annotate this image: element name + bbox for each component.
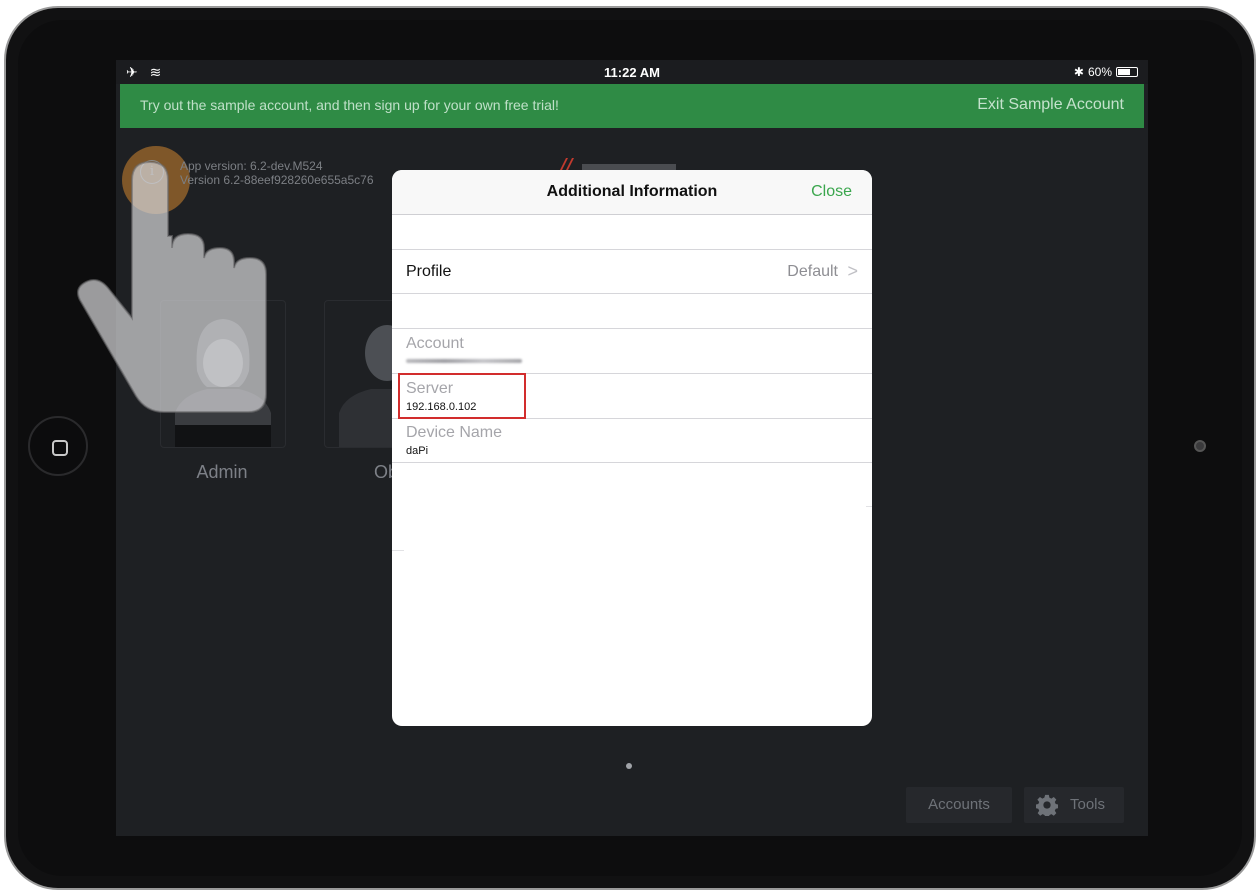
- account-value-redacted: [406, 359, 522, 363]
- tools-label: Tools: [1070, 796, 1106, 813]
- user-label-admin: Admin: [196, 462, 248, 482]
- account-field: Account: [392, 329, 872, 374]
- server-highlight-box: [398, 373, 526, 419]
- page-indicator: [626, 763, 632, 769]
- home-button[interactable]: [28, 416, 88, 476]
- tools-button[interactable]: Tools: [1024, 787, 1124, 823]
- battery-icon: [1116, 67, 1138, 77]
- hand-pointer-icon: [77, 160, 267, 413]
- home-button-icon: [52, 440, 68, 456]
- divider: [392, 550, 404, 551]
- camera-icon: [1194, 440, 1206, 452]
- status-time: 11:22 AM: [604, 65, 660, 80]
- section-spacer: [392, 215, 872, 250]
- profile-label: Profile: [406, 263, 452, 280]
- bluetooth-icon: ✱: [1073, 65, 1084, 79]
- status-bar: ✈ ≋ 11:22 AM ✱ 60%: [116, 60, 1148, 84]
- device-name-label: Device Name: [406, 424, 503, 441]
- modal-header: Additional Information Close: [392, 170, 872, 215]
- accounts-button[interactable]: Accounts: [906, 787, 1012, 823]
- sample-account-banner: Try out the sample account, and then sig…: [120, 84, 1144, 128]
- banner-message: Try out the sample account, and then sig…: [140, 97, 559, 113]
- chevron-right-icon: >: [847, 261, 858, 281]
- divider: [866, 506, 872, 507]
- modal-title: Additional Information: [546, 183, 718, 200]
- device-name-value: daPi: [406, 445, 429, 457]
- battery-percent: 60%: [1087, 65, 1112, 79]
- status-right: ✱ 60%: [1074, 65, 1138, 79]
- exit-sample-account-button[interactable]: Exit Sample Account: [977, 96, 1124, 114]
- gear-icon: [1036, 794, 1058, 816]
- close-button[interactable]: Close: [811, 183, 852, 201]
- additional-information-modal: Additional Information Close Profile Def…: [392, 170, 872, 726]
- section-spacer: [392, 294, 872, 329]
- device-name-field: Device Name daPi: [392, 418, 872, 463]
- account-label: Account: [406, 335, 464, 352]
- profile-row[interactable]: Profile Default >: [392, 249, 872, 294]
- profile-value: Default: [787, 263, 838, 280]
